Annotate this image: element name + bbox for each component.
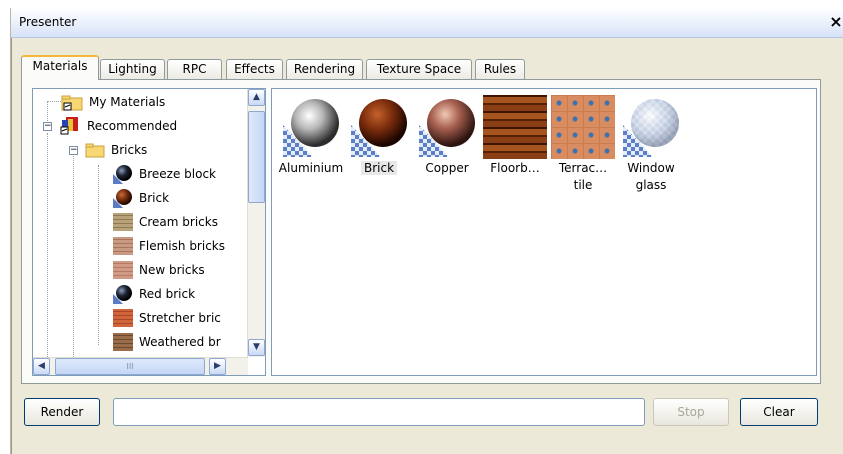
gallery-item-label: Terrac… [558,161,608,175]
tree-item-label: Breeze block [139,167,217,181]
tree-item-label: Bricks [111,143,148,157]
tree-item-label: My Materials [89,95,166,109]
tab-effects[interactable]: Effects [226,59,283,79]
tab-rpc[interactable]: RPC [167,59,222,79]
gallery-item-floorboards[interactable]: Floorb… [480,95,550,177]
tab-rules[interactable]: Rules [475,59,525,79]
presenter-window: Presenter × Materials Lighting RPC Effec… [10,8,843,454]
gallery-item-label-line2: glass [635,178,667,192]
gallery-item-label: Aluminium [278,161,344,175]
tree-horizontal-scrollbar[interactable]: ◀ III ▶ [33,357,248,375]
vertical-scroll-thumb[interactable] [248,111,265,203]
scroll-up-icon[interactable]: ▲ [248,89,265,106]
floorboard-texture-icon [483,95,547,159]
materials-panel: My Materials − Recommended − Bricks Bree… [21,79,821,384]
horizontal-scroll-thumb[interactable]: III [55,358,205,375]
tree-vertical-scrollbar[interactable]: ▲ ▼ [247,89,265,357]
dark-sphere-icon [113,165,132,184]
cream-brick-texture-icon [113,213,133,231]
tree-line [47,133,48,375]
tree-item-label: Flemish bricks [139,239,225,253]
glass-sphere-icon [619,95,683,159]
new-brick-texture-icon [113,261,133,279]
tree-item-breeze-block[interactable]: Breeze block [113,163,216,185]
brick-sphere-icon [347,95,411,159]
title-bar: Presenter × [11,8,843,38]
tab-materials[interactable]: Materials [21,55,99,80]
material-gallery: Aluminium Brick Copper Floorb… Terrac… t… [271,88,817,376]
folder-open-icon [85,143,105,158]
tree-item-label: New bricks [139,263,205,277]
weathered-brick-texture-icon [113,333,133,351]
copper-sphere-icon [415,95,479,159]
tree-item-brick[interactable]: Brick [113,187,169,209]
tree-item-label: Weathered br [139,335,221,349]
tab-rendering[interactable]: Rendering [286,59,363,79]
tab-lighting[interactable]: Lighting [100,59,165,79]
tree-item-label: Cream bricks [139,215,218,229]
tree-line [73,151,74,375]
terracotta-tile-texture-icon [551,95,615,159]
recommended-materials-icon [60,117,78,135]
materials-tree[interactable]: My Materials − Recommended − Bricks Bree… [32,88,266,376]
collapse-icon[interactable]: − [69,146,78,155]
gallery-item-window-glass[interactable]: Window glass [616,95,686,194]
brick-sphere-icon [113,189,132,208]
gallery-item-copper[interactable]: Copper [412,95,482,177]
tree-item-flemish-bricks[interactable]: Flemish bricks [113,235,225,257]
scroll-left-icon[interactable]: ◀ [33,358,50,375]
gallery-item-label: Copper [425,161,469,175]
tree-item-my-materials[interactable]: My Materials [61,91,165,113]
stretcher-brick-texture-icon [113,309,133,327]
gallery-item-label-line2: tile [573,178,593,192]
render-button[interactable]: Render [24,398,100,426]
stop-button[interactable]: Stop [653,398,729,426]
aluminium-sphere-icon [279,95,343,159]
gallery-item-label: Floorb… [490,161,540,175]
window-title: Presenter [19,15,77,29]
clear-button[interactable]: Clear [740,398,818,426]
render-status-field[interactable] [113,398,645,426]
tree-item-label: Recommended [87,119,178,133]
scroll-down-icon[interactable]: ▼ [248,339,265,356]
collapse-icon[interactable]: − [43,122,52,131]
scroll-right-icon[interactable]: ▶ [209,358,226,375]
gallery-item-label: Brick [360,161,398,175]
close-icon[interactable]: × [828,13,843,31]
gallery-item-label: Window [627,161,675,175]
folder-icon [61,95,83,111]
tree-item-weathered-brick[interactable]: Weathered br [113,331,221,353]
gallery-item-aluminium[interactable]: Aluminium [276,95,346,177]
tab-texture-space[interactable]: Texture Space [366,59,472,79]
gallery-item-terracotta-tile[interactable]: Terrac… tile [548,95,618,194]
tree-item-recommended[interactable]: Recommended [59,115,177,137]
tree-item-red-brick[interactable]: Red brick [113,283,195,305]
tree-item-label: Brick [139,191,170,205]
tree-item-cream-bricks[interactable]: Cream bricks [113,211,218,233]
gallery-item-brick[interactable]: Brick [344,95,414,177]
tree-item-stretcher-brick[interactable]: Stretcher bric [113,307,221,329]
tree-item-bricks[interactable]: Bricks [85,139,147,161]
tree-item-new-bricks[interactable]: New bricks [113,259,205,281]
flemish-brick-texture-icon [113,237,133,255]
tree-item-label: Red brick [139,287,196,301]
tree-item-label: Stretcher bric [139,311,221,325]
window-left-border [11,38,12,454]
dark-sphere-icon [113,285,132,304]
tree-line [98,165,99,345]
